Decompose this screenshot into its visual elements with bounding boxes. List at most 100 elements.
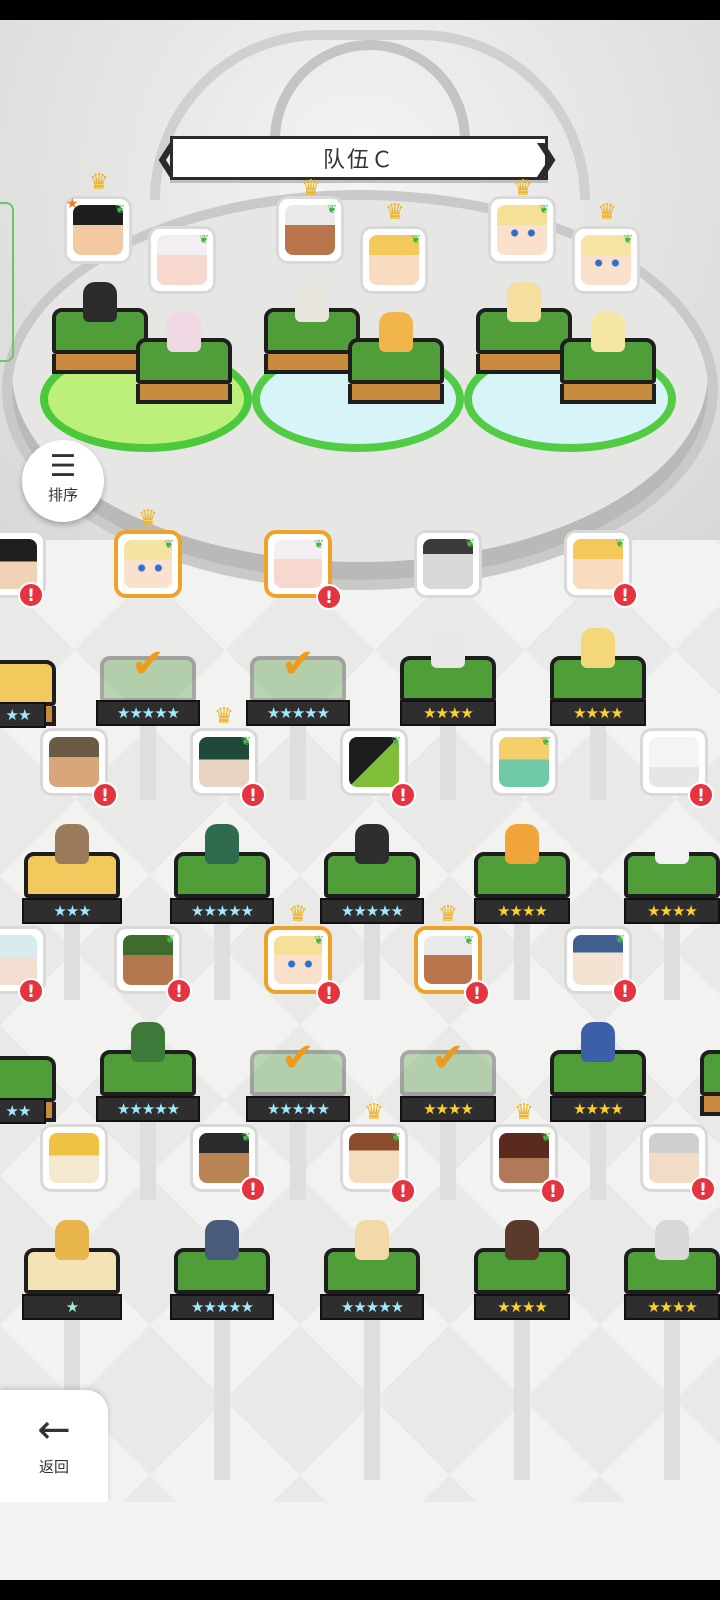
star-rating: ★★★★ (400, 700, 496, 726)
leaf-icon: ❦ (463, 933, 474, 947)
star-rating: ★★★★ (624, 898, 720, 924)
leaf-icon: ❦ (390, 1130, 401, 1144)
crown-icon: ♛ (138, 506, 158, 531)
arrow-left-icon: ← (37, 1407, 71, 1453)
hero-portrait[interactable]: ❦ (114, 530, 182, 598)
leaf-icon: ❦ (614, 536, 625, 550)
star-rating: ★★★★★ (96, 700, 200, 726)
hero-portrait[interactable]: ❦ (490, 728, 558, 796)
hero-sprite (581, 628, 615, 668)
alert-badge: ! (240, 782, 266, 808)
next-team-button[interactable]: ❯ (531, 136, 561, 180)
hero-sprite (655, 1220, 689, 1260)
team-hero-portrait[interactable]: ❦ (360, 226, 428, 294)
hero-portrait[interactable]: ❦ (414, 530, 482, 598)
alert-badge: ! (390, 782, 416, 808)
alert-badge: ! (316, 980, 342, 1006)
leaf-icon: ❦ (410, 232, 421, 246)
hero-sprite (591, 312, 625, 352)
leaf-icon: ❦ (326, 202, 337, 216)
hero-sprite (83, 282, 117, 322)
hero-sprite (205, 1220, 239, 1260)
crown-icon: ♛ (301, 176, 321, 201)
team-hero-portrait[interactable]: ❦ (488, 196, 556, 264)
leaf-icon: ❦ (390, 734, 401, 748)
alert-badge: ! (688, 782, 714, 808)
hero-sprite (167, 312, 201, 352)
sort-icon: ☰ (49, 449, 77, 484)
hero-sprite (507, 282, 541, 322)
team-hero-portrait[interactable]: ❦ (148, 226, 216, 294)
star-rating: ★★★ (22, 898, 122, 924)
leaf-icon: ❦ (622, 232, 633, 246)
sort-label: 排序 (47, 486, 78, 504)
star-icon: ★ (66, 196, 79, 212)
leaf-icon: ❦ (313, 933, 324, 947)
star-rating: ★ (22, 1294, 122, 1320)
alert-badge: ! (390, 1178, 416, 1204)
hero-sprite (581, 1022, 615, 1062)
back-button[interactable]: ← 返回 (0, 1390, 108, 1502)
crown-icon: ♛ (385, 200, 405, 225)
alert-badge: ! (240, 1176, 266, 1202)
leaf-icon: ❦ (164, 932, 175, 946)
team-title: 队伍Ｃ (322, 148, 395, 173)
hero-sprite (431, 628, 465, 668)
leaf-icon: ❦ (464, 536, 475, 550)
hero-sprite (655, 824, 689, 864)
alert-badge: ! (92, 782, 118, 808)
crown-icon: ♛ (513, 176, 533, 201)
roster-pedestal[interactable] (700, 1050, 720, 1116)
leaf-icon: ❦ (240, 734, 251, 748)
leaf-icon: ❦ (540, 1130, 551, 1144)
hero-sprite (205, 824, 239, 864)
leaf-icon: ❦ (163, 537, 174, 551)
crown-icon: ♛ (288, 902, 308, 927)
hero-sprite (505, 1220, 539, 1260)
crown-icon: ♛ (597, 200, 617, 225)
crown-icon: ♛ (214, 704, 234, 729)
hero-sprite (355, 1220, 389, 1260)
hero-portrait[interactable] (40, 1124, 108, 1192)
leaf-icon: ❦ (614, 932, 625, 946)
star-rating: ★★★★ (550, 1096, 646, 1122)
leaf-icon: ❦ (538, 202, 549, 216)
star-rating: ★★★★ (474, 1294, 570, 1320)
side-panel-edge[interactable] (0, 202, 14, 362)
crown-icon: ♛ (438, 902, 458, 927)
sort-button[interactable]: ☰ 排序 (22, 440, 104, 522)
star-rating: ★★★★ (624, 1294, 720, 1320)
team-title-bar: 队伍Ｃ (170, 136, 548, 180)
bottom-bar (0, 1502, 720, 1580)
alert-badge: ! (18, 978, 44, 1004)
alert-badge: ! (612, 582, 638, 608)
team-hero-portrait[interactable]: ❦ (572, 226, 640, 294)
star-rating: ★★★★★ (246, 1096, 350, 1122)
star-rating: ★★★★★ (320, 898, 424, 924)
check-icon: ✔ (281, 1035, 315, 1081)
check-icon: ✔ (131, 641, 165, 687)
star-rating: ★★★★ (550, 700, 646, 726)
star-rating: ★★★★★ (170, 898, 274, 924)
crown-icon: ♛ (89, 170, 109, 195)
team-hero-portrait[interactable]: ❦ (276, 196, 344, 264)
back-label: 返回 (38, 1458, 69, 1476)
hero-sprite (355, 824, 389, 864)
hero-sprite (131, 1022, 165, 1062)
crown-icon: ♛ (364, 1100, 384, 1125)
alert-badge: ! (612, 978, 638, 1004)
star-rating: ★★★★ (474, 898, 570, 924)
chevron-right-icon: ❯ (531, 138, 561, 178)
leaf-icon: ❦ (540, 734, 551, 748)
leaf-icon: ❦ (114, 202, 125, 216)
star-rating: ★★★★★ (320, 1294, 424, 1320)
alert-badge: ! (18, 582, 44, 608)
alert-badge: ! (316, 584, 342, 610)
crown-icon: ♛ (514, 1100, 534, 1125)
star-rating: ★★★★★ (96, 1096, 200, 1122)
game-screen: ❮ 队伍Ｃ ❯ ❦ ♛ ★ ❦ ❦ ♛ ❦ ♛ ❦ ♛ ❦ ♛ ☰ 排序 ★★ … (0, 20, 720, 1580)
hero-sprite (55, 824, 89, 864)
alert-badge: ! (690, 1176, 716, 1202)
alert-badge: ! (464, 980, 490, 1006)
hero-sprite (505, 824, 539, 864)
